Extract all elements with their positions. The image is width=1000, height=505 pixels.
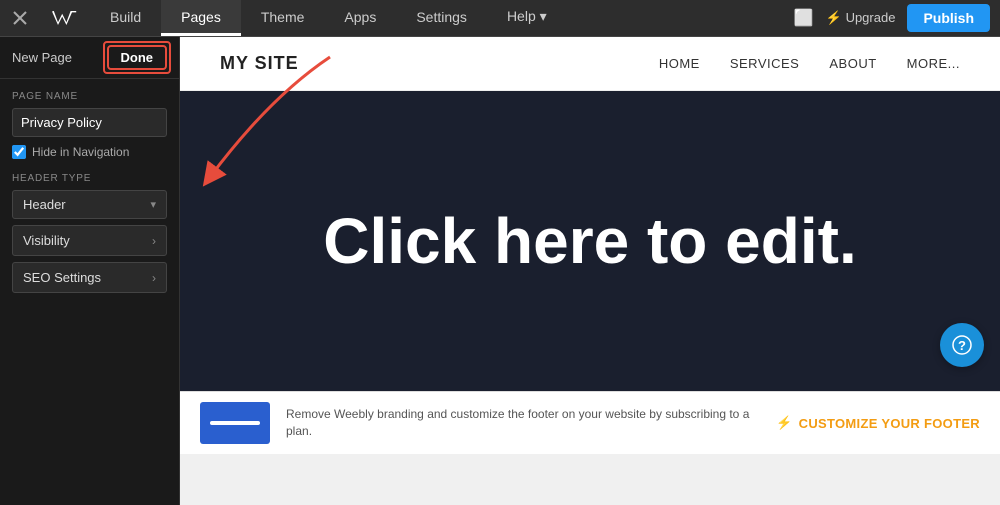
sidebar-content: PAGE NAME Hide in Navigation HEADER TYPE… bbox=[0, 79, 179, 505]
visibility-row[interactable]: Visibility › bbox=[12, 225, 167, 256]
tab-pages[interactable]: Pages bbox=[161, 0, 241, 36]
seo-settings-row[interactable]: SEO Settings › bbox=[12, 262, 167, 293]
chevron-right-icon-2: › bbox=[152, 271, 156, 285]
site-nav-about[interactable]: ABOUT bbox=[829, 56, 876, 71]
site-nav-services[interactable]: SERVICES bbox=[730, 56, 800, 71]
hero-area[interactable]: Click here to edit. ? bbox=[180, 91, 1000, 391]
customize-footer-button[interactable]: ⚡ CUSTOMIZE YOUR FOOTER bbox=[776, 415, 980, 431]
footer-image-inner bbox=[210, 421, 260, 425]
visibility-label: Visibility bbox=[23, 233, 70, 248]
tab-build[interactable]: Build bbox=[90, 0, 161, 36]
nav-right: ⬜ ⚡ Upgrade Publish bbox=[794, 4, 1000, 32]
lightning-icon: ⚡ bbox=[776, 415, 793, 431]
chevron-right-icon: › bbox=[152, 234, 156, 248]
help-icon-button[interactable]: ? bbox=[940, 323, 984, 367]
sidebar: New Page Done PAGE NAME Hide in Navigati… bbox=[0, 37, 180, 505]
main-layout: New Page Done PAGE NAME Hide in Navigati… bbox=[0, 37, 1000, 505]
tab-settings[interactable]: Settings bbox=[396, 0, 487, 36]
close-button[interactable] bbox=[0, 10, 40, 26]
site-nav-links: HOME SERVICES ABOUT MORE... bbox=[659, 56, 960, 71]
tab-apps[interactable]: Apps bbox=[324, 0, 396, 36]
footer-promo-text: Remove Weebly branding and customize the… bbox=[286, 406, 760, 440]
seo-settings-label: SEO Settings bbox=[23, 270, 101, 285]
hide-nav-checkbox[interactable] bbox=[12, 145, 26, 159]
footer-thumbnail bbox=[200, 402, 270, 444]
hero-text: Click here to edit. bbox=[323, 206, 856, 276]
header-dropdown-value: Header bbox=[23, 197, 66, 212]
site-nav-more[interactable]: MORE... bbox=[907, 56, 960, 71]
page-name-label: PAGE NAME bbox=[12, 91, 167, 102]
svg-text:?: ? bbox=[958, 338, 966, 353]
done-button-wrapper: Done bbox=[107, 45, 168, 70]
publish-button[interactable]: Publish bbox=[907, 4, 990, 32]
top-nav: Build Pages Theme Apps Settings Help ▾ ⬜… bbox=[0, 0, 1000, 37]
footer-bar: Remove Weebly branding and customize the… bbox=[180, 391, 1000, 454]
customize-footer-label: CUSTOMIZE YOUR FOOTER bbox=[799, 416, 980, 431]
header-type-label: HEADER TYPE bbox=[12, 173, 167, 184]
display-icon[interactable]: ⬜ bbox=[794, 8, 814, 28]
hide-nav-label: Hide in Navigation bbox=[32, 145, 129, 159]
tab-theme[interactable]: Theme bbox=[241, 0, 325, 36]
preview-area: MY SITE HOME SERVICES ABOUT MORE... Clic… bbox=[180, 37, 1000, 505]
site-navbar: MY SITE HOME SERVICES ABOUT MORE... bbox=[180, 37, 1000, 91]
done-button[interactable]: Done bbox=[107, 45, 168, 70]
nav-tabs: Build Pages Theme Apps Settings Help ▾ bbox=[90, 0, 794, 36]
hide-nav-row: Hide in Navigation bbox=[12, 145, 167, 159]
site-logo: MY SITE bbox=[220, 53, 299, 74]
site-nav-home[interactable]: HOME bbox=[659, 56, 700, 71]
tab-help[interactable]: Help ▾ bbox=[487, 0, 567, 36]
sidebar-header: New Page Done bbox=[0, 37, 179, 79]
upgrade-button[interactable]: ⚡ Upgrade bbox=[826, 10, 896, 26]
header-dropdown[interactable]: Header ▾ bbox=[12, 190, 167, 219]
new-page-label: New Page bbox=[12, 50, 72, 65]
page-name-input[interactable] bbox=[12, 108, 167, 137]
weebly-logo bbox=[40, 8, 90, 28]
chevron-down-icon: ▾ bbox=[150, 198, 156, 211]
